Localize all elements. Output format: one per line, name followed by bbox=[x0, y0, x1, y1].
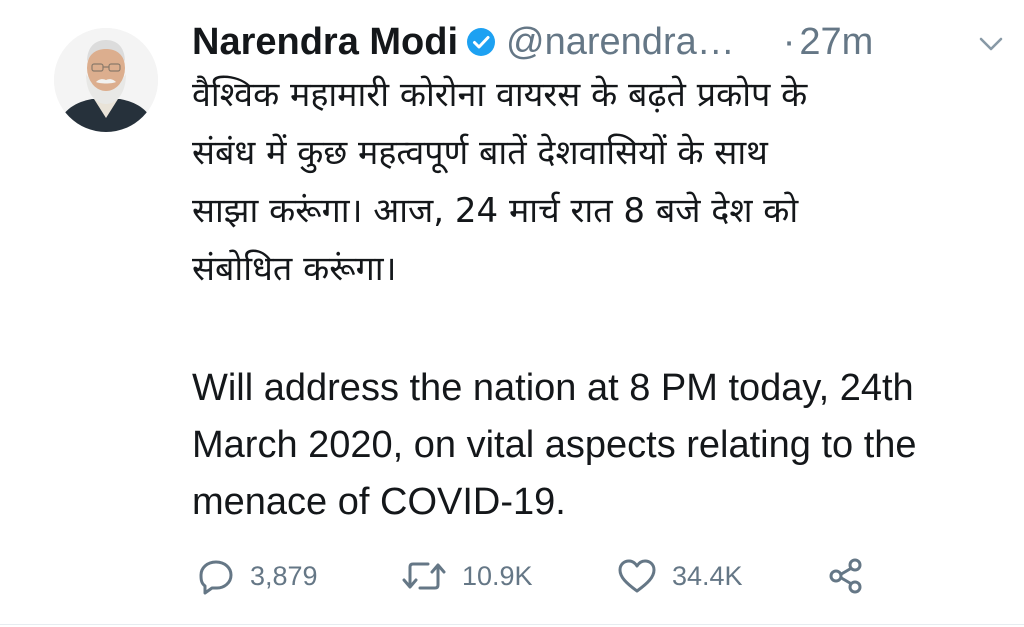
reply-count: 3,879 bbox=[250, 560, 318, 591]
author-name[interactable]: Narendra Modi bbox=[192, 21, 458, 64]
tweet-header: Narendra Modi @narendra… · 27m bbox=[192, 14, 1012, 70]
tweet-text-english: Will address the nation at 8 PM today, 2… bbox=[192, 367, 917, 523]
like-count: 34.4K bbox=[672, 560, 743, 591]
tweet-actions: 3,879 10.9K 34.4K bbox=[196, 553, 896, 599]
retweet-icon bbox=[402, 562, 446, 590]
retweet-button[interactable]: 10.9K bbox=[400, 553, 533, 599]
like-button[interactable]: 34.4K bbox=[616, 553, 743, 599]
share-icon bbox=[829, 558, 862, 594]
author-handle[interactable]: @narendra… bbox=[506, 21, 735, 64]
avatar[interactable] bbox=[54, 28, 158, 132]
timestamp[interactable]: 27m bbox=[799, 21, 873, 64]
tweet-card: Narendra Modi @narendra… · 27m वैश्विक म… bbox=[0, 0, 1024, 627]
retweet-count: 10.9K bbox=[462, 560, 533, 591]
chevron-down-icon[interactable] bbox=[978, 36, 1004, 52]
tweet-text-hindi: वैश्विक महामारी कोरोना वायरस के बढ़ते प्… bbox=[192, 75, 808, 289]
verified-badge-icon bbox=[467, 28, 496, 56]
avatar-image bbox=[54, 28, 158, 132]
divider bbox=[0, 624, 1024, 625]
reply-button[interactable]: 3,879 bbox=[196, 553, 318, 599]
share-button[interactable] bbox=[826, 553, 866, 599]
separator-dot: · bbox=[782, 20, 796, 63]
heart-icon bbox=[618, 559, 656, 593]
reply-icon bbox=[199, 560, 233, 595]
